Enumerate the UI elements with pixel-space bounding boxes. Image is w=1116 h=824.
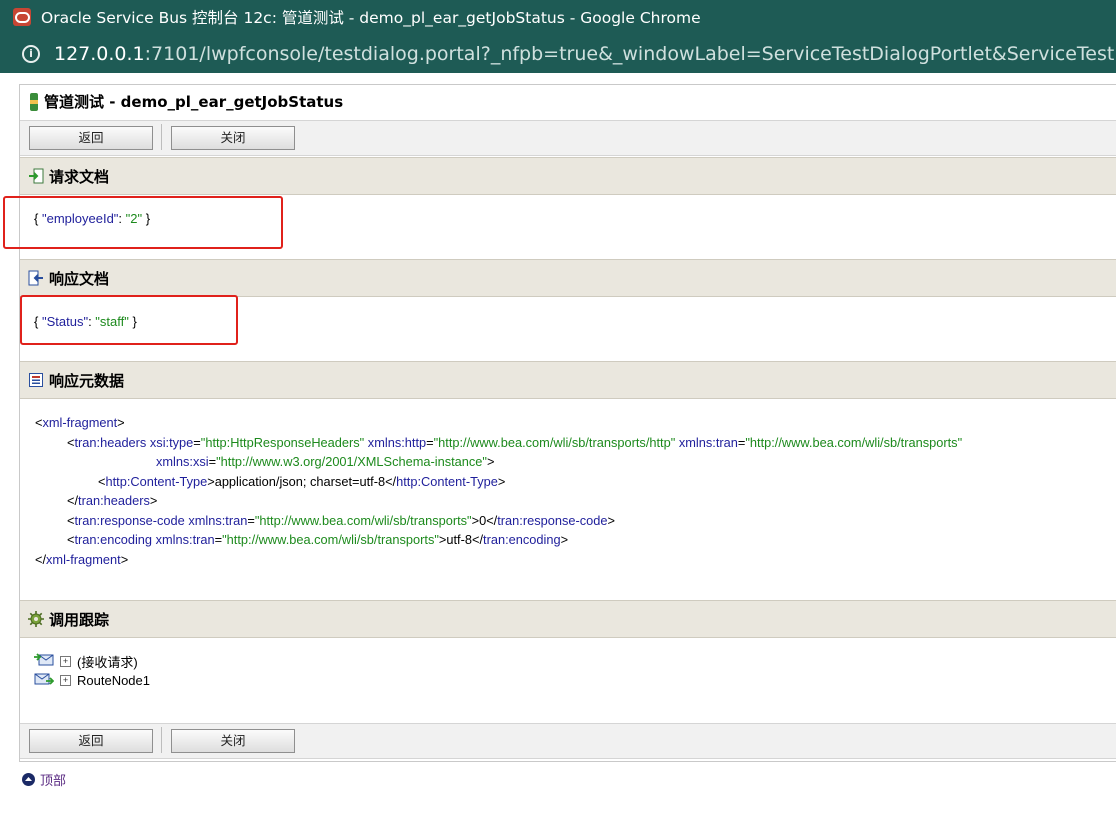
invocation-trace-header: 调用跟踪	[20, 600, 1116, 638]
request-document-header: 请求文档	[20, 157, 1116, 195]
xml-tag: tran:response-code	[74, 512, 185, 528]
back-button[interactable]: 返回	[29, 126, 153, 150]
xml-line: <tran:encoding xmlns:tran="http://www.be…	[67, 532, 569, 547]
xml-line: <tran:response-code xmlns:tran="http://w…	[67, 512, 615, 528]
xml-tag: xml-fragment	[46, 551, 121, 567]
gear-icon	[28, 611, 44, 627]
back-to-top-link[interactable]: 顶部	[40, 770, 66, 789]
xml-val: "http:HttpResponseHeaders"	[200, 434, 365, 450]
url-path: :7101/lwpfconsole/testdialog.portal?_nfp…	[144, 42, 1116, 65]
xml-text: utf-8	[446, 532, 472, 547]
request-highlight-box	[3, 196, 283, 249]
up-arrow-icon	[22, 773, 35, 786]
xml-line: <http:Content-Type>application/json; cha…	[98, 473, 506, 489]
xml-attr: xmlns:tran	[155, 532, 215, 547]
xml-attr: xmlns:tran	[678, 434, 738, 450]
route-node-icon	[34, 672, 55, 689]
xml-tag: tran:headers	[78, 493, 150, 508]
xml-attr: xmlns:http	[367, 434, 427, 450]
page-title-text: 管道测试 - demo_pl_ear_getJobStatus	[44, 93, 344, 111]
xml-tag: http:Content-Type	[105, 473, 208, 489]
request-arrow-icon	[28, 168, 44, 184]
receive-request-icon	[34, 653, 54, 670]
oracle-logo-icon	[13, 8, 31, 26]
metadata-xml: <xml-fragment> <tran:headers xsi:type="h…	[35, 413, 962, 569]
response-metadata-title: 响应元数据	[49, 371, 125, 390]
expand-icon[interactable]: +	[60, 656, 71, 667]
window-title: Oracle Service Bus 控制台 12c: 管道测试 - demo_…	[41, 9, 701, 27]
trace-item[interactable]: + RouteNode1	[34, 672, 150, 689]
xml-tag: tran:headers	[74, 434, 147, 450]
url-text[interactable]: 127.0.0.1:7101/lwpfconsole/testdialog.po…	[54, 43, 1116, 65]
close-button[interactable]: 关闭	[171, 729, 295, 753]
response-arrow-icon	[28, 270, 44, 286]
bottom-button-row: 返回 关闭	[20, 723, 1116, 759]
trace-item-label: (接收请求)	[77, 655, 138, 670]
address-bar[interactable]: i 127.0.0.1:7101/lwpfconsole/testdialog.…	[0, 34, 1116, 73]
pipeline-icon	[30, 92, 38, 111]
expand-icon[interactable]: +	[60, 675, 71, 686]
url-host: 127.0.0.1	[54, 42, 145, 65]
xml-text: application/json; charset=utf-8	[214, 473, 386, 489]
info-icon[interactable]: i	[22, 44, 40, 63]
xml-val: "http://www.bea.com/wli/sb/transports/ht…	[433, 434, 676, 450]
metadata-document-icon	[28, 372, 44, 388]
response-metadata-header: 响应元数据	[20, 361, 1116, 399]
button-divider	[161, 124, 162, 150]
xml-val: "http://www.bea.com/wli/sb/transports"	[254, 512, 472, 528]
close-button[interactable]: 关闭	[171, 126, 295, 150]
xml-val: "http://www.w3.org/2001/XMLSchema-instan…	[216, 454, 487, 469]
test-dialog-panel: 管道测试 - demo_pl_ear_getJobStatus 返回 关闭 请求…	[3, 84, 1116, 762]
xml-line: </xml-fragment>	[35, 551, 129, 567]
response-document-title: 响应文档	[49, 269, 110, 288]
top-button-row: 返回 关闭	[20, 120, 1116, 156]
xml-attr: xmlns:tran	[188, 512, 248, 528]
back-to-top[interactable]: 顶部	[22, 770, 66, 789]
xml-tag: tran:encoding	[74, 532, 153, 547]
button-divider	[161, 727, 162, 753]
xml-line: xmlns:xsi="http://www.w3.org/2001/XMLSch…	[156, 454, 495, 469]
request-document-title: 请求文档	[49, 167, 110, 186]
xml-tag: http:Content-Type	[396, 473, 498, 489]
response-document-header: 响应文档	[20, 259, 1116, 297]
browser-title-bar: Oracle Service Bus 控制台 12c: 管道测试 - demo_…	[0, 0, 1116, 34]
trace-item[interactable]: + (接收请求)	[34, 652, 138, 671]
xml-text: 0	[479, 512, 487, 528]
xml-line: </tran:headers>	[67, 493, 158, 508]
xml-attr: xmlns:xsi	[156, 454, 209, 469]
response-highlight-box	[20, 295, 238, 345]
xml-val: "http://www.bea.com/wli/sb/transports"	[745, 434, 963, 450]
xml-tag: tran:response-code	[497, 512, 608, 528]
xml-attr: xsi:type	[149, 434, 194, 450]
xml-tag: tran:encoding	[483, 532, 561, 547]
xml-val: "http://www.bea.com/wli/sb/transports"	[222, 532, 439, 547]
back-button[interactable]: 返回	[29, 729, 153, 753]
xml-tag: xml-fragment	[42, 415, 118, 430]
trace-item-label: RouteNode1	[77, 673, 150, 688]
page-title: 管道测试 - demo_pl_ear_getJobStatus	[30, 91, 343, 112]
xml-line: <tran:headers xsi:type="http:HttpRespons…	[67, 434, 963, 450]
invocation-trace-title: 调用跟踪	[49, 610, 110, 629]
xml-line: <xml-fragment>	[35, 415, 125, 430]
